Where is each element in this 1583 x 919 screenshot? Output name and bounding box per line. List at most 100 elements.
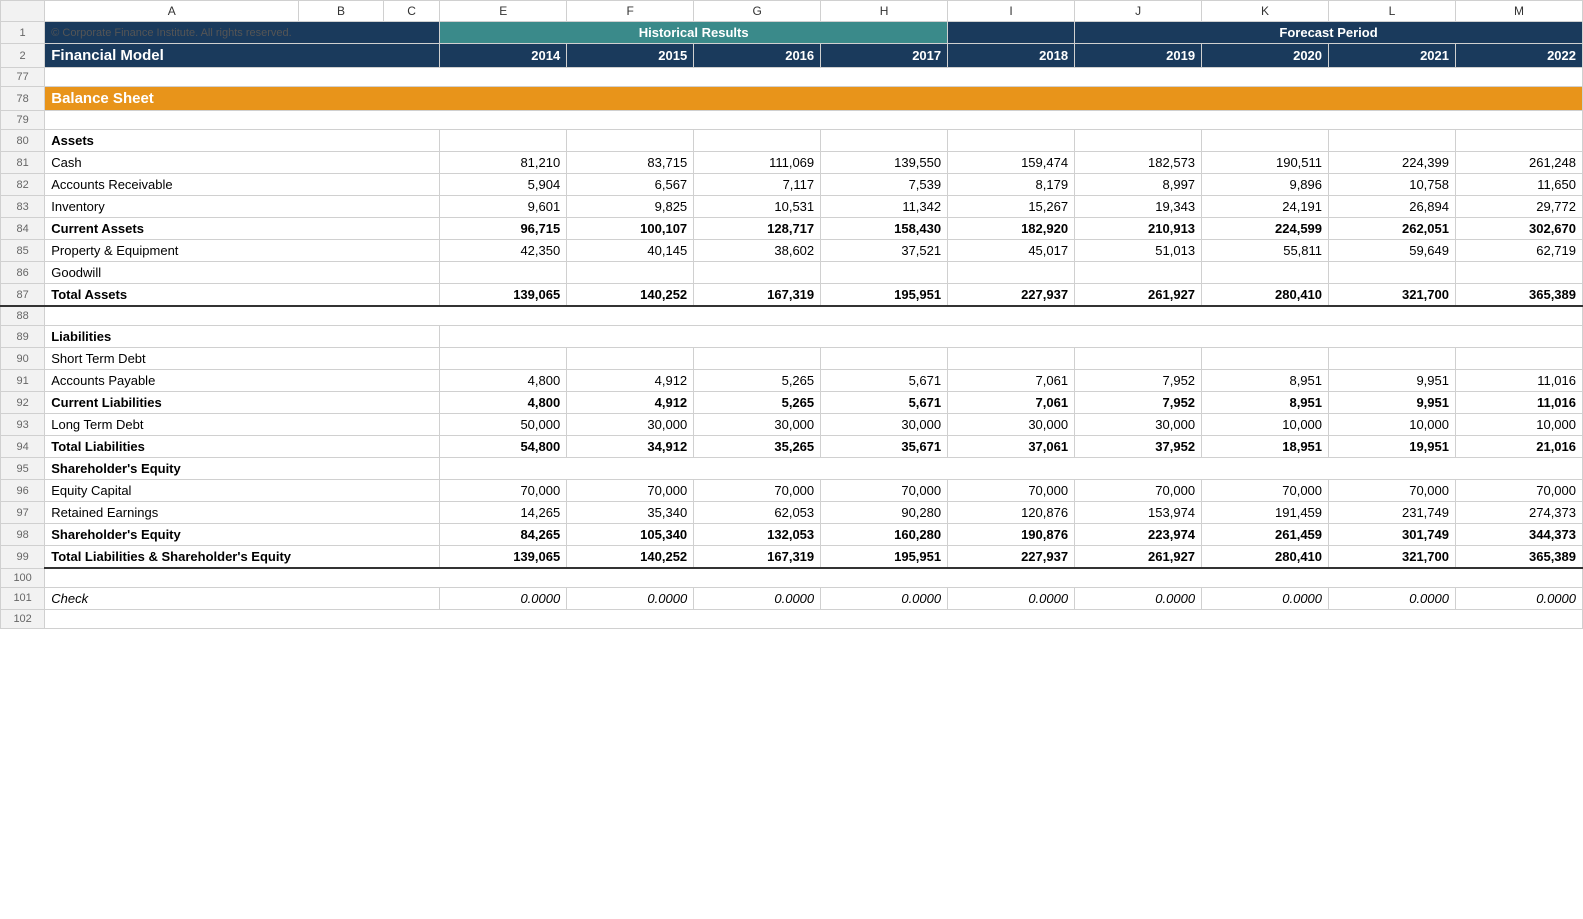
r80-l	[1329, 130, 1456, 152]
liab-spacer	[440, 326, 1583, 348]
rownum-82: 82	[1, 174, 45, 196]
ar-2020: 9,896	[1202, 174, 1329, 196]
r80-e	[440, 130, 567, 152]
cash-2020: 190,511	[1202, 152, 1329, 174]
se-2019: 223,974	[1075, 524, 1202, 546]
row-82: 82 Accounts Receivable 5,904 6,567 7,117…	[1, 174, 1583, 196]
row-94: 94 Total Liabilities 54,800 34,912 35,26…	[1, 436, 1583, 458]
row-2: 2 Financial Model 2014 2015 2016 2017 20…	[1, 44, 1583, 68]
rownum-1: 1	[1, 22, 45, 44]
chk-2022: 0.0000	[1455, 587, 1582, 609]
model-title: Financial Model	[45, 44, 440, 68]
se-2018: 190,876	[948, 524, 1075, 546]
cash-2015: 83,715	[567, 152, 694, 174]
std-2019	[1075, 348, 1202, 370]
ec-2022: 70,000	[1455, 480, 1582, 502]
cash-2014: 81,210	[440, 152, 567, 174]
ta-2015: 140,252	[567, 284, 694, 307]
spacer-102	[45, 609, 1583, 628]
r80-i	[948, 130, 1075, 152]
col-e: E	[440, 1, 567, 22]
ppe-2020: 55,811	[1202, 240, 1329, 262]
row-84: 84 Current Assets 96,715 100,107 128,717…	[1, 218, 1583, 240]
row-89: 89 Liabilities	[1, 326, 1583, 348]
gw-2021	[1329, 262, 1456, 284]
year-2019: 2019	[1075, 44, 1202, 68]
ar-2017: 7,539	[821, 174, 948, 196]
gw-2019	[1075, 262, 1202, 284]
ar-2018: 8,179	[948, 174, 1075, 196]
col-m: M	[1455, 1, 1582, 22]
rownum-90: 90	[1, 348, 45, 370]
r80-g	[694, 130, 821, 152]
ppe-2021: 59,649	[1329, 240, 1456, 262]
re-2014: 14,265	[440, 502, 567, 524]
re-2020: 191,459	[1202, 502, 1329, 524]
inventory-label: Inventory	[45, 196, 440, 218]
re-label: Retained Earnings	[45, 502, 440, 524]
cl-2016: 5,265	[694, 392, 821, 414]
ppe-2018: 45,017	[948, 240, 1075, 262]
std-label: Short Term Debt	[45, 348, 440, 370]
rownum-87: 87	[1, 284, 45, 307]
ta-2016: 167,319	[694, 284, 821, 307]
ap-2015: 4,912	[567, 370, 694, 392]
ar-2015: 6,567	[567, 174, 694, 196]
rownum-81: 81	[1, 152, 45, 174]
year-2014: 2014	[440, 44, 567, 68]
gw-2015	[567, 262, 694, 284]
rownum-95: 95	[1, 458, 45, 480]
tl-2016: 35,265	[694, 436, 821, 458]
r80-k	[1202, 130, 1329, 152]
ap-2017: 5,671	[821, 370, 948, 392]
cash-2021: 224,399	[1329, 152, 1456, 174]
row-90: 90 Short Term Debt	[1, 348, 1583, 370]
row-1: 1 © Corporate Finance Institute. All rig…	[1, 22, 1583, 44]
year-2017: 2017	[821, 44, 948, 68]
se-section-label: Shareholder's Equity	[45, 458, 440, 480]
rownum-97: 97	[1, 502, 45, 524]
ca-2015: 100,107	[567, 218, 694, 240]
year-2016: 2016	[694, 44, 821, 68]
re-2021: 231,749	[1329, 502, 1456, 524]
rownum-102: 102	[1, 609, 45, 628]
re-2016: 62,053	[694, 502, 821, 524]
copyright-cell: © Corporate Finance Institute. All right…	[45, 22, 440, 44]
se-2022: 344,373	[1455, 524, 1582, 546]
se-label: Shareholder's Equity	[45, 524, 440, 546]
row-99: 99 Total Liabilities & Shareholder's Equ…	[1, 546, 1583, 569]
rownum-99: 99	[1, 546, 45, 569]
row-79: 79	[1, 111, 1583, 130]
cl-label: Current Liabilities	[45, 392, 440, 414]
rownum-83: 83	[1, 196, 45, 218]
ap-label: Accounts Payable	[45, 370, 440, 392]
tl-2015: 34,912	[567, 436, 694, 458]
row-95: 95 Shareholder's Equity	[1, 458, 1583, 480]
ca-2017: 158,430	[821, 218, 948, 240]
tl-2018: 37,061	[948, 436, 1075, 458]
col-b: B	[299, 1, 384, 22]
gw-2014	[440, 262, 567, 284]
assets-label: Assets	[45, 130, 440, 152]
row-88: 88	[1, 306, 1583, 326]
col-c: C	[383, 1, 439, 22]
row-96: 96 Equity Capital 70,000 70,000 70,000 7…	[1, 480, 1583, 502]
ltd-label: Long Term Debt	[45, 414, 440, 436]
spacer-100	[45, 568, 1583, 587]
year-2022: 2022	[1455, 44, 1582, 68]
re-2022: 274,373	[1455, 502, 1582, 524]
ca-2020: 224,599	[1202, 218, 1329, 240]
rownum-86: 86	[1, 262, 45, 284]
std-2018	[948, 348, 1075, 370]
inv-2021: 26,894	[1329, 196, 1456, 218]
ta-2018: 227,937	[948, 284, 1075, 307]
ca-2018: 182,920	[948, 218, 1075, 240]
ppe-2019: 51,013	[1075, 240, 1202, 262]
chk-2017: 0.0000	[821, 587, 948, 609]
gw-2018	[948, 262, 1075, 284]
spacer-79	[45, 111, 1583, 130]
year-2018: 2018	[948, 44, 1075, 68]
ltd-2018: 30,000	[948, 414, 1075, 436]
goodwill-label: Goodwill	[45, 262, 440, 284]
re-2017: 90,280	[821, 502, 948, 524]
